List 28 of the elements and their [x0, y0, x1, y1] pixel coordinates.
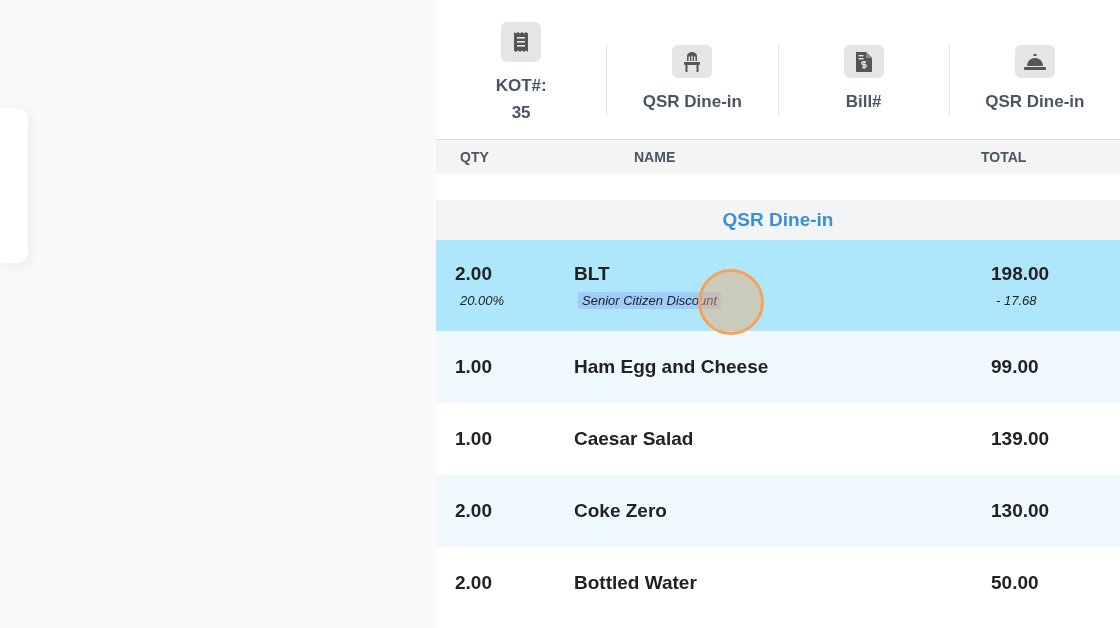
tile-label: Bill#	[845, 91, 882, 113]
discount-percent: 20.00%	[460, 293, 505, 308]
tile-label: 35	[510, 101, 532, 124]
qty-cell: 1.00	[455, 356, 492, 377]
total-cell: 99.00	[991, 356, 1039, 377]
order-row[interactable]: 1.00 Ham Egg and Cheese 99.00	[436, 331, 1120, 403]
item-name: Bottled Water	[574, 572, 697, 593]
column-header: QTY	[459, 149, 490, 165]
item-name: BLT	[574, 263, 610, 284]
total-cell: 198.00	[991, 263, 1050, 284]
total-cell: 139.00	[991, 428, 1050, 449]
group-title: QSR Dine-in	[722, 209, 834, 231]
qty-cell: 2.00	[455, 500, 492, 521]
tile-label: KOT#:	[495, 74, 547, 97]
tile-label: QSR Dine-in	[642, 91, 742, 113]
column-header: TOTAL	[981, 149, 1028, 165]
item-name: Caesar Salad	[574, 428, 694, 449]
discount-amount: - 17.68	[996, 293, 1037, 308]
qty-cell: 2.00	[455, 572, 492, 593]
item-name: Ham Egg and Cheese	[574, 356, 769, 377]
qty-cell: 2.00	[455, 263, 492, 284]
item-name: Coke Zero	[574, 500, 667, 521]
total-cell: 130.00	[991, 500, 1050, 521]
order-row[interactable]: 2.00 Coke Zero 130.00	[436, 475, 1120, 547]
column-header: NAME	[634, 149, 677, 165]
tile-label: QSR Dine-in	[985, 91, 1085, 113]
qty-cell: 1.00	[455, 428, 492, 449]
total-cell: 50.00	[991, 572, 1039, 593]
